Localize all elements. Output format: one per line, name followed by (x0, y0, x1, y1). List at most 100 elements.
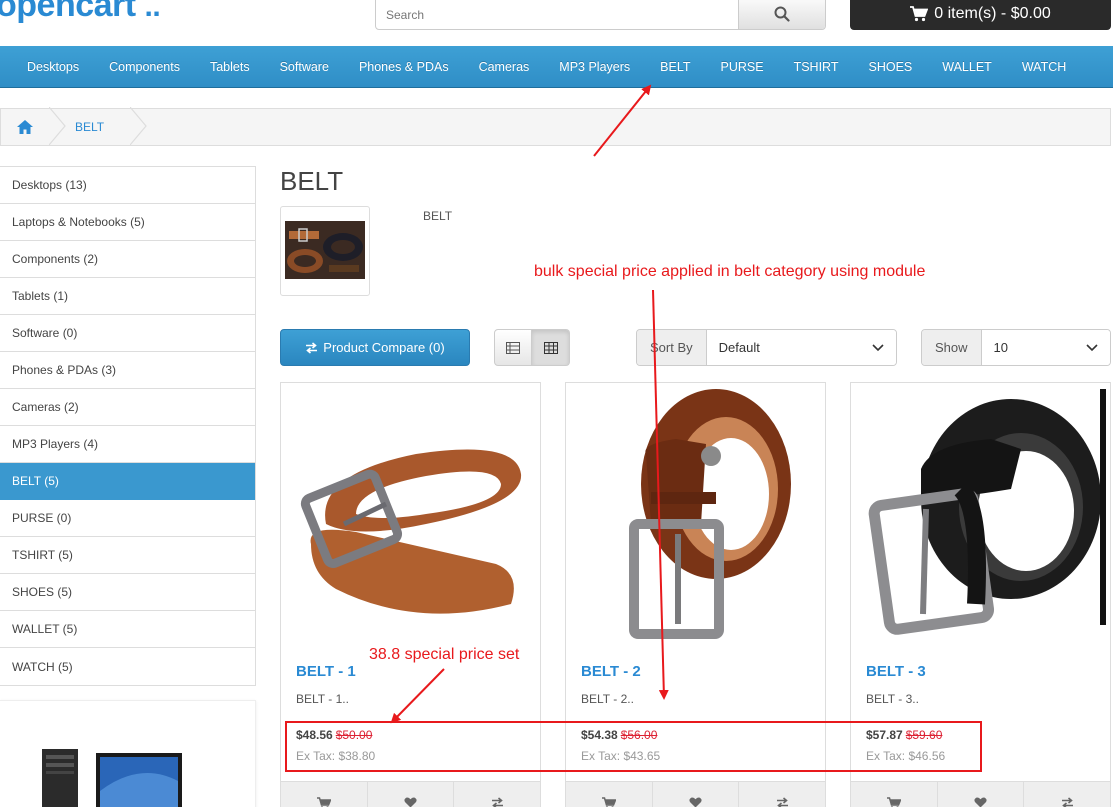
menu-item[interactable]: WATCH (1007, 60, 1081, 74)
menu-item[interactable]: Software (265, 60, 344, 74)
compare-label: Product Compare (0) (323, 340, 445, 355)
breadcrumb: BELT (0, 107, 1111, 146)
home-icon (17, 120, 33, 134)
category-thumbnail (280, 206, 370, 296)
shopping-cart-icon (886, 796, 901, 807)
sort-select[interactable]: Default (706, 330, 896, 365)
product-image[interactable] (566, 383, 825, 645)
show-select[interactable]: 10 (981, 330, 1110, 365)
menu-item[interactable]: Components (94, 60, 195, 74)
search-icon (774, 6, 790, 22)
sidebar-item[interactable]: MP3 Players (4) (0, 426, 255, 463)
sidebar-item[interactable]: Laptops & Notebooks (5) (0, 204, 255, 241)
product-description: BELT - 1.. (296, 692, 349, 706)
sidebar-item[interactable]: Components (2) (0, 241, 255, 278)
sidebar-banner[interactable] (0, 700, 256, 807)
breadcrumb-belt[interactable]: BELT (67, 120, 104, 134)
menu-item[interactable]: PURSE (706, 60, 779, 74)
shopping-cart-icon (601, 796, 616, 807)
sort-control: Sort By Default (636, 329, 897, 366)
main-menu: Desktops Components Tablets Software Pho… (0, 46, 1113, 88)
product-image[interactable] (851, 383, 1110, 645)
add-to-cart-button[interactable] (281, 782, 368, 807)
sidebar-item[interactable]: SHOES (5) (0, 574, 255, 611)
exchange-icon (1061, 796, 1073, 807)
sidebar-item[interactable]: TSHIRT (5) (0, 537, 255, 574)
sidebar-item[interactable]: Desktops (13) (0, 167, 255, 204)
menu-item[interactable]: Tablets (195, 60, 265, 74)
search-button[interactable] (738, 0, 825, 29)
add-to-wishlist-button[interactable] (938, 782, 1025, 807)
sidebar-item[interactable]: Cameras (2) (0, 389, 255, 426)
search-bar (375, 0, 826, 30)
logo-dots: .. (144, 0, 161, 23)
sidebar-item-belt[interactable]: BELT (5) (0, 463, 255, 500)
product-description: BELT - 2.. (581, 692, 634, 706)
cart-button[interactable]: 0 item(s) - $0.00 (850, 0, 1111, 30)
shopping-cart-icon (910, 6, 929, 22)
menu-item[interactable]: Phones & PDAs (344, 60, 464, 74)
category-sidebar: Desktops (13) Laptops & Notebooks (5) Co… (0, 166, 256, 686)
list-view-button[interactable] (494, 329, 532, 366)
site-logo[interactable]: opencart .. (0, 0, 187, 25)
exchange-icon (491, 796, 503, 807)
chevron-down-icon (1086, 343, 1098, 351)
exchange-icon (776, 796, 788, 807)
computer-banner-image (42, 749, 182, 807)
sort-value: Default (718, 340, 760, 355)
menu-item[interactable]: MP3 Players (544, 60, 645, 74)
exchange-icon (306, 341, 318, 354)
heart-icon (974, 797, 987, 807)
show-control: Show 10 (921, 329, 1111, 366)
product-name[interactable]: BELT - 2 (581, 663, 641, 680)
logo-text: opencart (0, 0, 136, 24)
compare-product-button[interactable] (1024, 782, 1110, 807)
breadcrumb-separator (130, 107, 148, 146)
product-compare-button[interactable]: Product Compare (0) (280, 329, 470, 366)
menu-item[interactable]: Desktops (12, 60, 94, 74)
add-to-cart-button[interactable] (566, 782, 653, 807)
product-actions (851, 781, 1110, 807)
belts-thumbnail-image (285, 221, 365, 279)
list-icon (506, 341, 520, 354)
show-label: Show (922, 330, 982, 365)
compare-product-button[interactable] (739, 782, 825, 807)
breadcrumb-home[interactable] (1, 109, 49, 145)
annotation-price-highlight-box (285, 721, 982, 772)
sidebar-item[interactable]: Phones & PDAs (3) (0, 352, 255, 389)
search-input[interactable] (376, 0, 738, 29)
product-name[interactable]: BELT - 1 (296, 663, 356, 680)
grid-view-button[interactable] (532, 329, 570, 366)
carousel-scrollbar[interactable] (1100, 389, 1106, 625)
belt-image (628, 389, 791, 639)
heart-icon (689, 797, 702, 807)
compare-product-button[interactable] (454, 782, 540, 807)
add-to-wishlist-button[interactable] (653, 782, 740, 807)
sort-label: Sort By (637, 330, 707, 365)
heart-icon (404, 797, 417, 807)
page-title: BELT (280, 166, 344, 196)
cart-logo-icon (169, 0, 187, 8)
annotation-special-price: 38.8 special price set (369, 646, 520, 663)
menu-item[interactable]: SHOES (854, 60, 928, 74)
sidebar-item[interactable]: WALLET (5) (0, 611, 255, 648)
menu-item[interactable]: Cameras (464, 60, 545, 74)
view-toggle (494, 329, 570, 366)
chevron-down-icon (872, 343, 884, 351)
sidebar-item[interactable]: PURSE (0) (0, 500, 255, 537)
menu-item-belt[interactable]: BELT (645, 60, 705, 74)
add-to-wishlist-button[interactable] (368, 782, 455, 807)
sidebar-item[interactable]: WATCH (5) (0, 648, 255, 685)
product-name[interactable]: BELT - 3 (866, 663, 926, 680)
sidebar-item[interactable]: Tablets (1) (0, 278, 255, 315)
product-actions (281, 781, 540, 807)
belt-image (300, 449, 521, 614)
cart-label: 0 item(s) - $0.00 (934, 5, 1051, 22)
product-image[interactable] (281, 383, 540, 645)
sidebar-item[interactable]: Software (0) (0, 315, 255, 352)
menu-item[interactable]: TSHIRT (779, 60, 854, 74)
show-value: 10 (993, 340, 1008, 355)
shopping-cart-icon (316, 796, 331, 807)
menu-item[interactable]: WALLET (927, 60, 1007, 74)
add-to-cart-button[interactable] (851, 782, 938, 807)
